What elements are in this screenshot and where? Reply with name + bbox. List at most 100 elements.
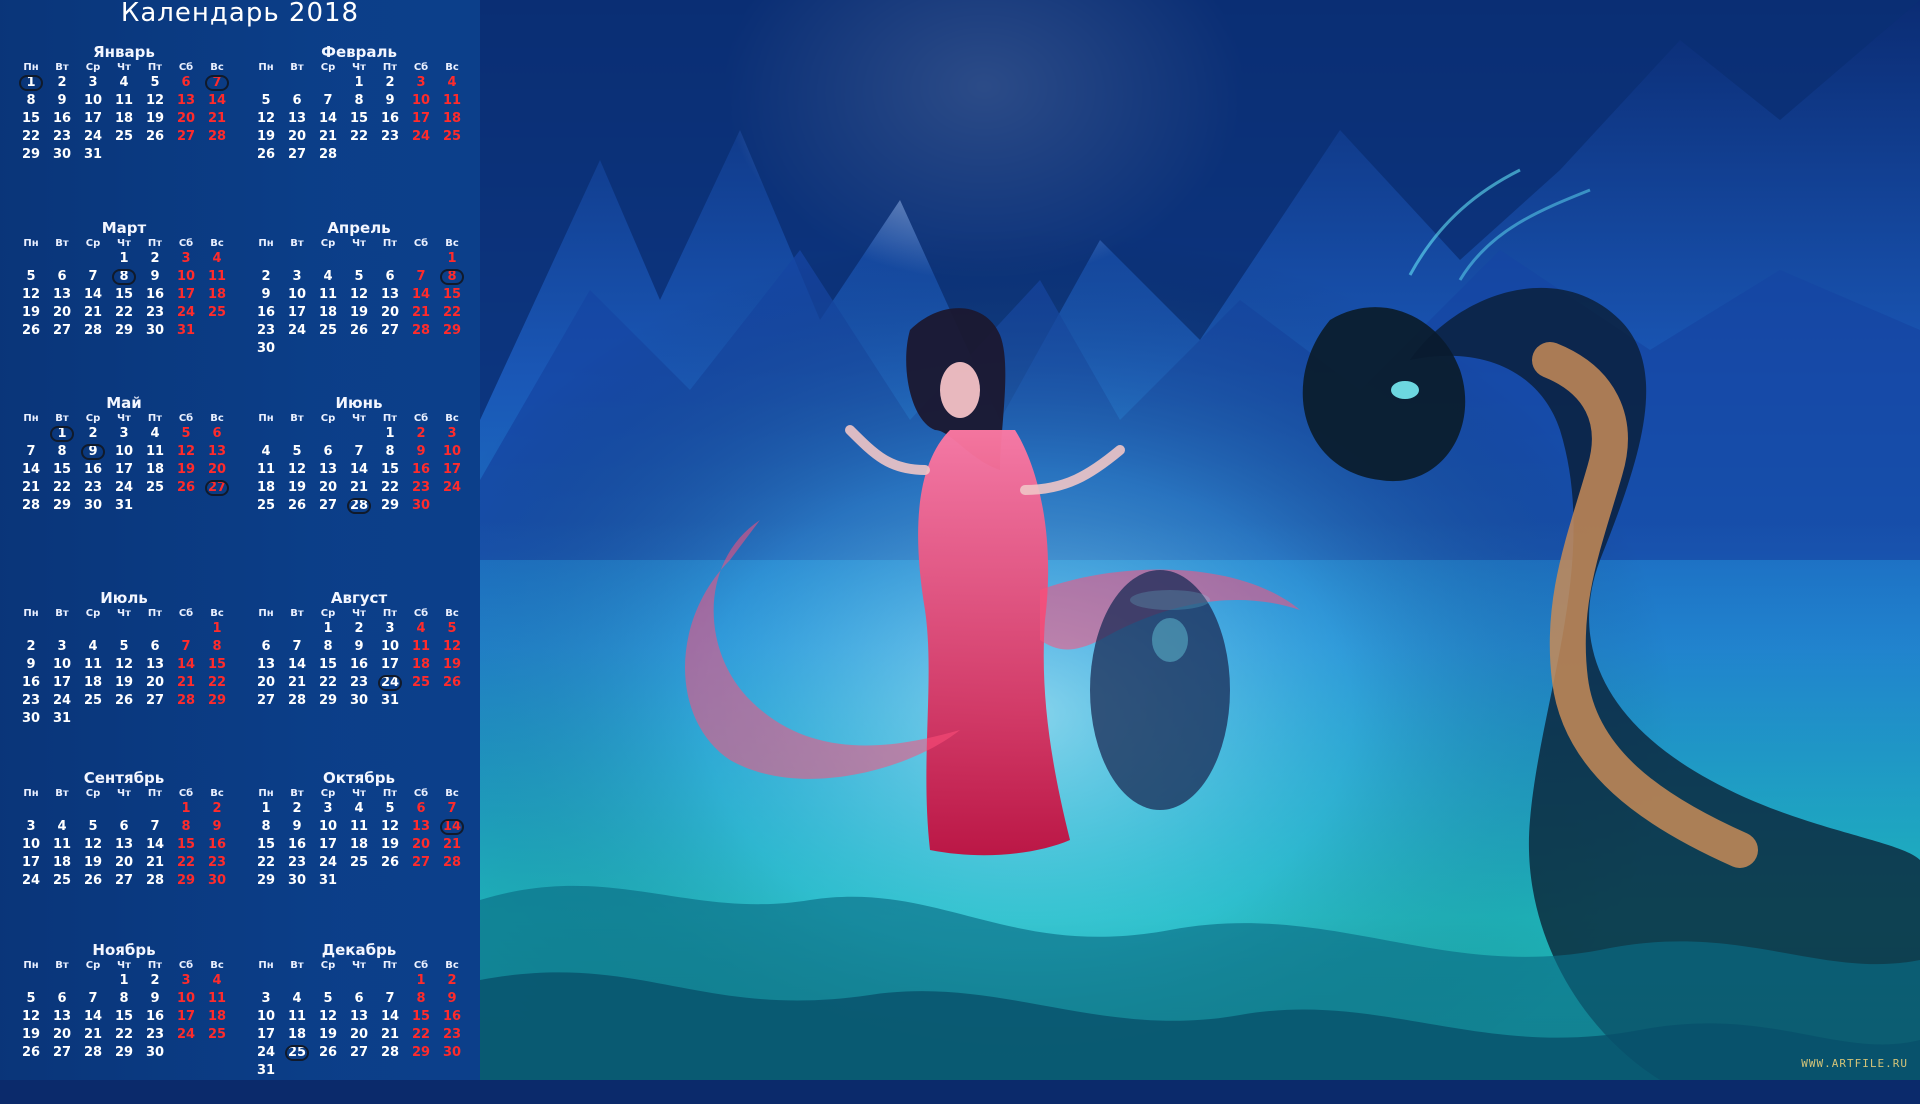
day-cell: 19 [380,837,400,852]
day-cell: 22 [349,129,369,144]
day-cell: 23 [349,675,369,690]
month-grid: Пн Вт Ср Чт Пт Сб Вс 1 2 3 4 5 6 7 8 9 10 11 12 13 14 15 16 17 1… [245,788,473,890]
day-cell: 12 [287,462,307,477]
weekday-label: Пт [382,960,398,971]
day-cell: 7 [150,819,160,834]
day-cell: 8 [323,639,333,654]
month-4: Апрель Пн Вт Ср Чт Пт Сб Вс 1 2 3 4 5 6 7 8 9 10 11 12 13 14 1… [245,220,473,382]
day-cell: 3 [447,426,457,441]
empty-day [344,972,375,990]
day-cell: 11 [349,819,369,834]
day-cell: 4 [150,426,160,441]
empty-day [375,250,406,268]
day-cell: 21 [442,837,462,852]
day-cell: 28 [207,129,227,144]
weekday-label: Ср [85,788,101,799]
day-cell: 15 [256,837,276,852]
weekday-label: Сб [178,238,194,249]
day-cell: 15 [318,657,338,672]
day-cell: 12 [256,111,276,126]
day-cell: 26 [349,323,369,338]
day-cell: 9 [261,287,271,302]
day-cell: 16 [411,462,431,477]
day-cell: 8 [119,991,129,1006]
day-cell: 23 [145,305,165,320]
day-cell: 19 [21,1027,41,1042]
day-cell: 17 [380,657,400,672]
day-cell: 23 [145,1027,165,1042]
day-cell: 18 [411,657,431,672]
day-cell: 18 [145,462,165,477]
day-cell: 21 [380,1027,400,1042]
day-cell: 8 [26,93,36,108]
day-cell: 29 [114,1045,134,1060]
day-cell: 1 [354,75,364,90]
weekday-label: Вт [55,62,69,73]
weekday-label: Пн [23,608,39,619]
day-cell: 18 [52,855,72,870]
day-cell: 28 [442,855,462,870]
month-2: Февраль Пн Вт Ср Чт Пт Сб Вс 1 2 3 4 5 6 7 8 9 10 11 12 13 14… [245,44,473,206]
day-cell: 25 [282,1044,313,1062]
day-cell: 9 [150,991,160,1006]
weekday-label: Вт [55,788,69,799]
month-name: Октябрь [323,769,395,787]
day-cell: 29 [318,693,338,708]
weekday-label: Чт [352,608,366,619]
day-cell: 5 [119,639,129,654]
weekday-label: Вт [290,62,304,73]
empty-day [313,250,344,268]
day-cell: 22 [318,675,338,690]
day-cell: 9 [385,93,395,108]
day-cell: 19 [176,462,196,477]
day-cell: 20 [52,305,72,320]
day-cell: 13 [52,287,72,302]
day-cell: 13 [318,462,338,477]
weekday-label: Сб [178,608,194,619]
month-name: Июль [100,589,148,607]
day-cell: 1 [261,801,271,816]
weekday-label: Вс [210,238,224,249]
day-cell: 13 [176,93,196,108]
month-grid: Пн Вт Ср Чт Пт Сб Вс 1 2 3 4 5 6 7 8 9 10 11 12 13 14 15 16 17 1… [10,62,238,164]
day-cell: 3 [181,251,191,266]
day-cell: 21 [207,111,227,126]
day-cell: 31 [83,147,103,162]
day-cell: 10 [411,93,431,108]
weekday-label: Пт [147,960,163,971]
empty-day [109,800,140,818]
day-cell: 19 [287,480,307,495]
day-cell: 4 [212,251,222,266]
day-cell: 17 [176,1009,196,1024]
day-cell: 22 [114,1027,134,1042]
day-cell: 14 [145,837,165,852]
day-cell: 20 [411,837,431,852]
weekday-label: Вс [210,413,224,424]
day-cell: 14 [207,93,227,108]
day-cell: 14 [411,287,431,302]
day-cell: 5 [150,75,160,90]
day-cell: 27 [256,693,276,708]
day-cell: 3 [26,819,36,834]
month-8: Август Пн Вт Ср Чт Пт Сб Вс 1 2 3 4 5 6 7 8 9 10 11 12 13 14 1… [245,590,473,752]
weekday-label: Сб [178,413,194,424]
day-cell: 26 [83,873,103,888]
day-cell: 15 [114,287,134,302]
day-cell: 17 [52,675,72,690]
weekday-label: Вс [445,62,459,73]
day-cell: 10 [256,1009,276,1024]
weekday-label: Вс [445,238,459,249]
day-cell: 10 [83,93,103,108]
day-cell: 25 [207,1027,227,1042]
month-name: Июнь [335,394,383,412]
day-cell: 12 [21,1009,41,1024]
weekday-label: Пт [147,62,163,73]
day-cell: 6 [323,444,333,459]
day-cell: 6 [385,269,395,284]
day-cell: 11 [207,991,227,1006]
empty-day [171,620,202,638]
day-cell: 30 [83,498,103,513]
day-cell: 17 [83,111,103,126]
month-6: Июнь Пн Вт Ср Чт Пт Сб Вс 1 2 3 4 5 6 7 8 9 10 11 12 13 14 15 1… [245,395,473,557]
day-cell: 16 [349,657,369,672]
